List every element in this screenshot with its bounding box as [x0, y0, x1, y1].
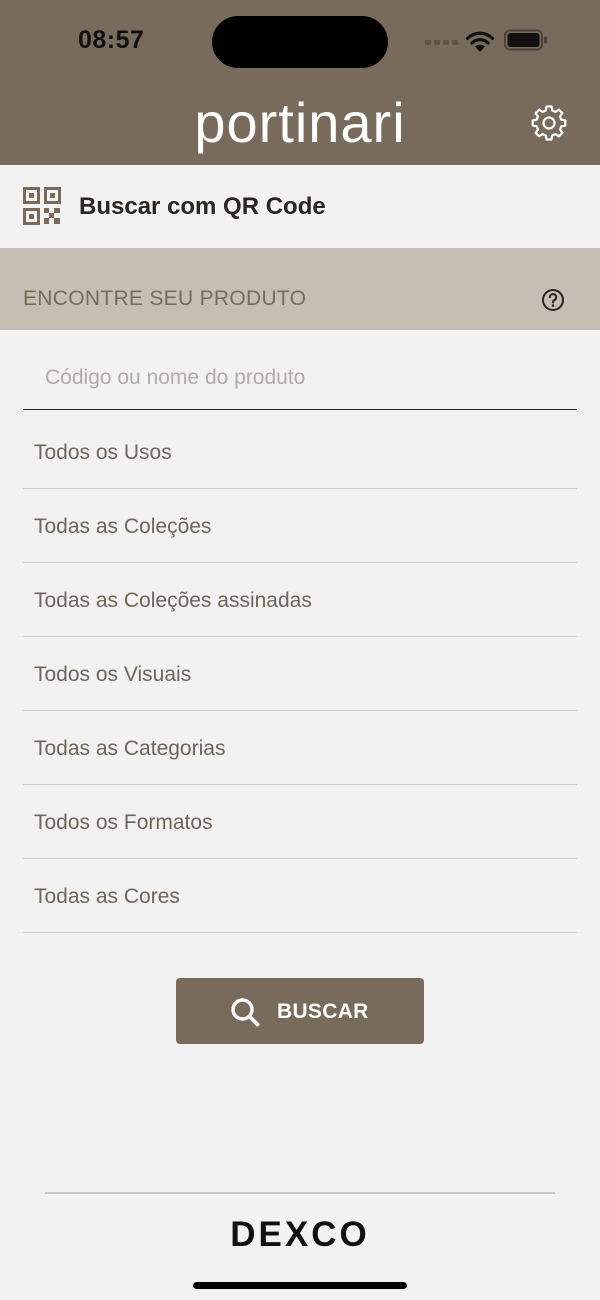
- signal-icon: [425, 40, 458, 45]
- product-search-input[interactable]: [23, 345, 577, 410]
- home-indicator: [193, 1282, 407, 1289]
- status-time: 08:57: [78, 26, 145, 54]
- battery-icon: [504, 29, 547, 51]
- filter-categorias[interactable]: Todas as Categorias: [23, 711, 577, 785]
- dynamic-island: [212, 16, 388, 68]
- dexco-logo: DEXCO: [230, 1215, 370, 1254]
- search-icon: [231, 998, 260, 1027]
- filter-cores[interactable]: Todas as Cores: [23, 859, 577, 933]
- qr-code-icon: [23, 187, 61, 225]
- qr-search-label: Buscar com QR Code: [79, 193, 326, 220]
- filter-label: Todas as Coleções: [34, 515, 212, 538]
- buscar-button-label: BUSCAR: [277, 1000, 369, 1023]
- filter-label: Todos os Visuais: [34, 663, 192, 686]
- footer-divider: [45, 1192, 555, 1194]
- filter-visuais[interactable]: Todos os Visuais: [23, 637, 577, 711]
- wifi-icon: [465, 31, 495, 52]
- filter-label: Todas as Coleções assinadas: [34, 589, 312, 612]
- filter-label: Todas as Categorias: [34, 737, 226, 760]
- filter-usos[interactable]: Todos os Usos: [23, 415, 577, 489]
- filter-colecoes[interactable]: Todas as Coleções: [23, 489, 577, 563]
- portinari-logo: portinari: [194, 91, 406, 154]
- filter-label: Todos os Usos: [34, 441, 172, 464]
- filter-label: Todas as Cores: [34, 885, 180, 908]
- filter-colecoes-assinadas[interactable]: Todas as Coleções assinadas: [23, 563, 577, 637]
- gear-icon[interactable]: [529, 103, 569, 143]
- filter-formatos[interactable]: Todos os Formatos: [23, 785, 577, 859]
- find-product-title: ENCONTRE SEU PRODUTO: [23, 287, 307, 310]
- question-circle-icon[interactable]: [541, 288, 565, 312]
- filter-label: Todos os Formatos: [34, 811, 213, 834]
